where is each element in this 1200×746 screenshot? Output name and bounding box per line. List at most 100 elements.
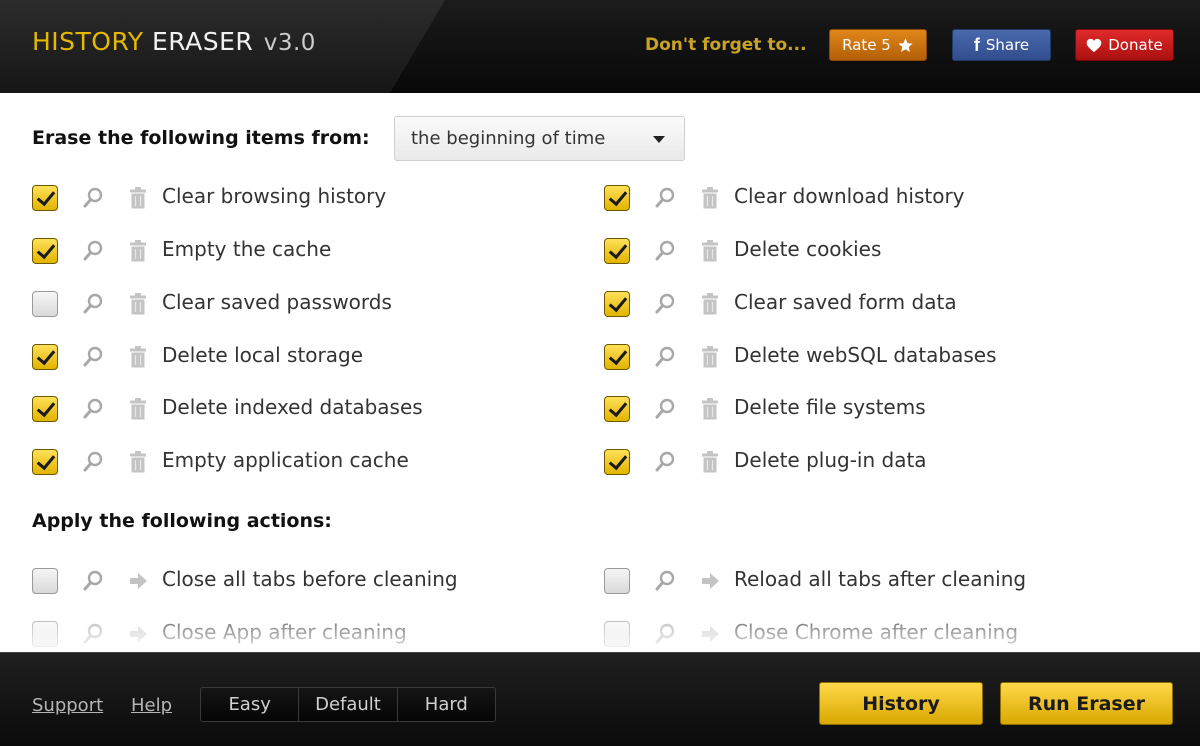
mode-hard-button[interactable]: Hard — [398, 688, 495, 721]
option-row: Clear saved form data — [604, 289, 1044, 319]
app-title: HISTORY ERASER v3.0 — [32, 27, 316, 56]
magnifier-icon[interactable] — [654, 450, 676, 474]
option-row: Empty application cache — [32, 447, 472, 477]
option-row: Close App after cleaning — [32, 619, 472, 649]
share-button[interactable]: f Share — [952, 29, 1051, 61]
option-checkbox[interactable] — [32, 344, 58, 370]
option-checkbox[interactable] — [32, 238, 58, 264]
time-range-value: the beginning of time — [411, 128, 606, 149]
magnifier-icon[interactable] — [82, 186, 104, 210]
option-checkbox[interactable] — [604, 449, 630, 475]
option-row: Clear saved passwords — [32, 289, 472, 319]
option-label[interactable]: Delete file systems — [734, 395, 926, 419]
option-checkbox[interactable] — [32, 621, 58, 647]
trash-icon — [128, 292, 148, 316]
arrow-right-icon — [700, 569, 720, 593]
option-label[interactable]: Delete local storage — [162, 343, 363, 367]
option-label[interactable]: Close Chrome after cleaning — [734, 620, 1018, 644]
option-checkbox[interactable] — [32, 396, 58, 422]
arrow-right-icon — [700, 622, 720, 646]
magnifier-icon[interactable] — [82, 345, 104, 369]
trash-icon — [128, 397, 148, 421]
option-label[interactable]: Reload all tabs after cleaning — [734, 567, 1026, 591]
reminder-text: Don't forget to... — [645, 35, 807, 55]
option-checkbox[interactable] — [604, 238, 630, 264]
footer-bar: Support Help Easy Default Hard History R… — [0, 652, 1200, 746]
title-eraser: ERASER — [152, 27, 254, 56]
trash-icon — [700, 292, 720, 316]
option-checkbox[interactable] — [604, 344, 630, 370]
option-label[interactable]: Empty the cache — [162, 237, 331, 261]
magnifier-icon[interactable] — [82, 397, 104, 421]
option-label[interactable]: Delete plug-in data — [734, 448, 927, 472]
option-label[interactable]: Clear browsing history — [162, 184, 386, 208]
magnifier-icon[interactable] — [654, 186, 676, 210]
magnifier-icon[interactable] — [654, 239, 676, 263]
option-checkbox[interactable] — [604, 621, 630, 647]
share-label: Share — [985, 36, 1030, 54]
option-row: Delete file systems — [604, 394, 1044, 424]
trash-icon — [700, 345, 720, 369]
option-label[interactable]: Clear download history — [734, 184, 965, 208]
time-range-dropdown[interactable]: the beginning of time — [394, 116, 685, 161]
option-row: Clear browsing history — [32, 183, 472, 213]
support-link[interactable]: Support — [32, 695, 103, 716]
magnifier-icon[interactable] — [82, 569, 104, 593]
option-row: Delete local storage — [32, 342, 472, 372]
option-label[interactable]: Clear saved passwords — [162, 290, 392, 314]
header-bar: HISTORY ERASER v3.0 Don't forget to... R… — [0, 0, 1200, 93]
trash-icon — [700, 397, 720, 421]
donate-label: Donate — [1108, 36, 1163, 54]
heart-icon — [1086, 38, 1102, 52]
option-checkbox[interactable] — [32, 185, 58, 211]
trash-icon — [128, 345, 148, 369]
mode-selector: Easy Default Hard — [200, 687, 496, 722]
run-eraser-button[interactable]: Run Eraser — [1000, 682, 1173, 725]
trash-icon — [128, 450, 148, 474]
option-checkbox[interactable] — [32, 568, 58, 594]
magnifier-icon[interactable] — [654, 397, 676, 421]
option-row: Reload all tabs after cleaning — [604, 566, 1044, 596]
trash-icon — [700, 186, 720, 210]
help-link[interactable]: Help — [131, 695, 172, 716]
option-checkbox[interactable] — [604, 396, 630, 422]
magnifier-icon[interactable] — [654, 292, 676, 316]
magnifier-icon[interactable] — [82, 450, 104, 474]
mode-easy-button[interactable]: Easy — [201, 688, 300, 721]
option-checkbox[interactable] — [604, 185, 630, 211]
option-label[interactable]: Close all tabs before cleaning — [162, 567, 458, 591]
magnifier-icon[interactable] — [654, 569, 676, 593]
option-checkbox[interactable] — [32, 449, 58, 475]
rate-button[interactable]: Rate 5 — [829, 29, 927, 61]
option-row: Delete indexed databases — [32, 394, 472, 424]
arrow-right-icon — [128, 622, 148, 646]
history-button[interactable]: History — [819, 682, 983, 725]
option-label[interactable]: Empty application cache — [162, 448, 409, 472]
magnifier-icon[interactable] — [82, 622, 104, 646]
caret-down-icon — [653, 136, 665, 143]
trash-icon — [700, 239, 720, 263]
option-label[interactable]: Clear saved form data — [734, 290, 957, 314]
arrow-right-icon — [128, 569, 148, 593]
version-label: v3.0 — [263, 30, 316, 56]
option-row: Delete plug-in data — [604, 447, 1044, 477]
option-label[interactable]: Close App after cleaning — [162, 620, 407, 644]
mode-default-button[interactable]: Default — [299, 688, 398, 721]
option-label[interactable]: Delete cookies — [734, 237, 881, 261]
magnifier-icon[interactable] — [654, 622, 676, 646]
option-checkbox[interactable] — [604, 568, 630, 594]
trash-icon — [700, 450, 720, 474]
trash-icon — [128, 239, 148, 263]
option-row: Empty the cache — [32, 236, 472, 266]
option-label[interactable]: Delete indexed databases — [162, 395, 423, 419]
magnifier-icon[interactable] — [82, 239, 104, 263]
title-history: HISTORY — [32, 27, 144, 56]
option-checkbox[interactable] — [32, 291, 58, 317]
donate-button[interactable]: Donate — [1075, 29, 1174, 61]
magnifier-icon[interactable] — [82, 292, 104, 316]
option-row: Delete webSQL databases — [604, 342, 1044, 372]
magnifier-icon[interactable] — [654, 345, 676, 369]
option-row: Clear download history — [604, 183, 1044, 213]
option-checkbox[interactable] — [604, 291, 630, 317]
option-label[interactable]: Delete webSQL databases — [734, 343, 997, 367]
